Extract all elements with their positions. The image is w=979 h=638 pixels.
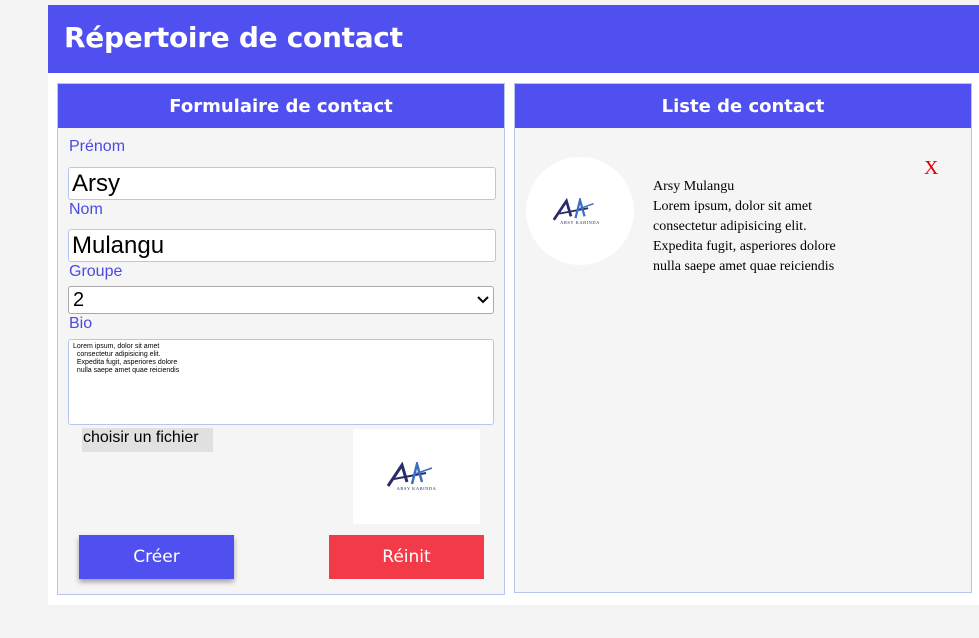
app-container: Répertoire de contact Formulaire de cont… bbox=[48, 5, 979, 605]
firstname-input[interactable] bbox=[68, 167, 496, 200]
firstname-label: Prénom bbox=[69, 138, 126, 155]
group-label: Groupe bbox=[69, 263, 123, 280]
ak-logo-icon bbox=[386, 462, 432, 487]
contact-name: Arsy Mulangu bbox=[653, 179, 735, 194]
group-select-value: 2 bbox=[73, 288, 85, 311]
contact-details: Arsy Mulangu Lorem ipsum, dolor sit amet… bbox=[653, 177, 853, 277]
ak-logo-icon bbox=[552, 197, 594, 221]
contact-bio: Lorem ipsum, dolor sit amet consectetur … bbox=[653, 199, 836, 274]
create-button[interactable]: Créer bbox=[79, 535, 234, 579]
list-panel-title: Liste de contact bbox=[515, 84, 971, 128]
logo-caption: ARSY KABINDA bbox=[560, 219, 600, 225]
photo-preview: ARSY KABINDA bbox=[353, 429, 480, 524]
bio-label: Bio bbox=[69, 315, 93, 332]
lastname-label: Nom bbox=[69, 201, 103, 218]
chevron-down-icon bbox=[477, 296, 489, 304]
delete-contact-button[interactable]: X bbox=[924, 157, 938, 180]
contact-form-panel: Formulaire de contact Prénom Nom Groupe … bbox=[57, 83, 505, 595]
lastname-input[interactable] bbox=[68, 229, 496, 262]
contact-avatar: ARSY KABINDA bbox=[526, 157, 634, 265]
app-header: Répertoire de contact bbox=[48, 5, 979, 73]
page-title: Répertoire de contact bbox=[64, 21, 403, 54]
form-panel-title: Formulaire de contact bbox=[58, 84, 504, 128]
group-select[interactable]: 2 bbox=[68, 286, 494, 314]
reset-button[interactable]: Réinit bbox=[329, 535, 484, 579]
contact-list-panel: Liste de contact ARSY KABINDA Arsy Mulan… bbox=[514, 83, 972, 593]
bio-textarea[interactable]: Lorem ipsum, dolor sit amet consectetur … bbox=[68, 339, 494, 425]
choose-file-button[interactable]: choisir un fichier bbox=[82, 428, 213, 452]
logo-caption: ARSY KABINDA bbox=[396, 486, 437, 491]
